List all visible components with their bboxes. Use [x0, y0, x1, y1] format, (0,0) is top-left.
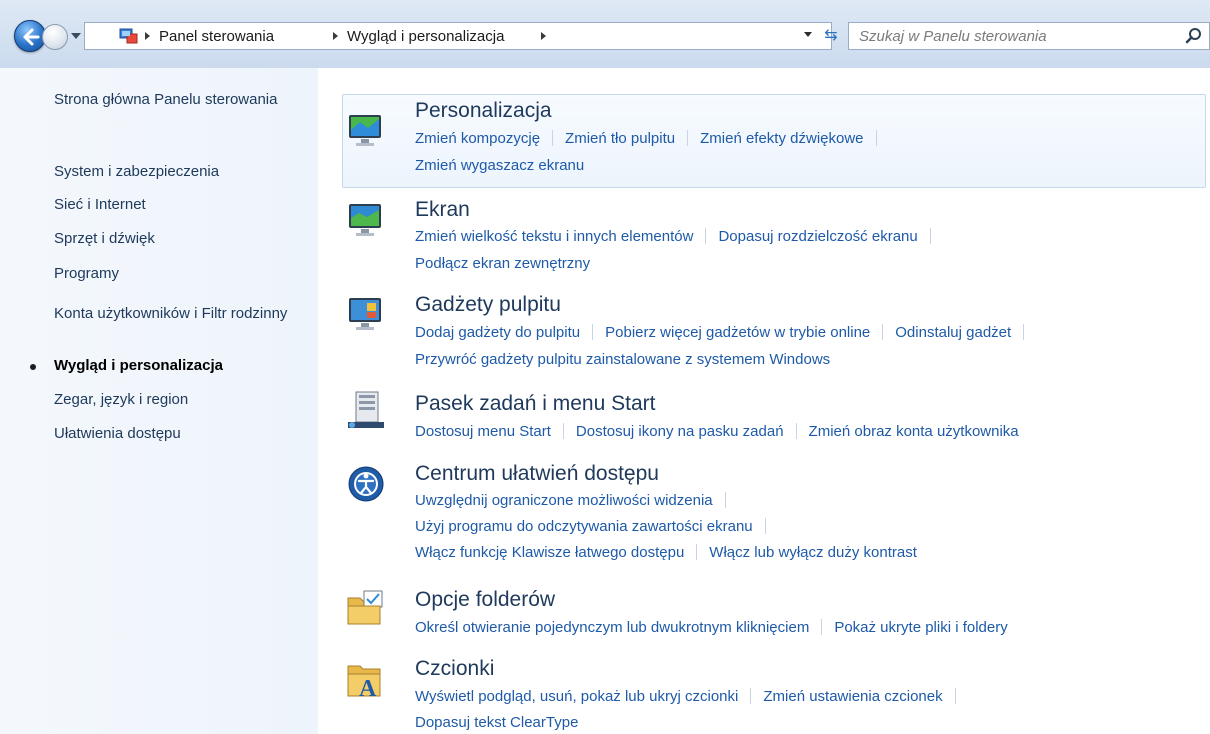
link-separator — [562, 423, 564, 439]
recent-pages-dropdown-icon[interactable] — [71, 33, 81, 39]
link-separator — [821, 619, 823, 635]
fonts-icon[interactable]: A — [346, 660, 386, 700]
task-links-row: Dodaj gadżety do pulpitu Pobierz więcej g… — [415, 323, 1036, 343]
search-box[interactable] — [848, 22, 1210, 50]
link-separator — [696, 544, 698, 560]
task-link[interactable]: Zmień efekty dźwiękowe — [700, 130, 863, 147]
category-title[interactable]: Opcje folderów — [415, 587, 555, 613]
link-separator — [1023, 324, 1025, 340]
left-navigation-pane: Strona główna Panelu sterowania System i… — [0, 68, 318, 734]
task-links-row: Użyj programu do odczytywania zawartości… — [415, 517, 778, 537]
svg-text:A: A — [359, 676, 377, 700]
link-separator — [750, 688, 752, 704]
forward-button[interactable] — [42, 24, 68, 50]
link-separator — [954, 688, 956, 704]
link-separator — [724, 492, 726, 508]
task-link[interactable]: Dodaj gadżety do pulpitu — [415, 324, 580, 341]
sidebar-item-control-panel-home[interactable]: Strona główna Panelu sterowania — [54, 90, 299, 110]
address-bar[interactable]: Panel sterowania Wygląd i personalizacja — [84, 22, 832, 50]
sidebar-item-system-security[interactable]: System i zabezpieczenia — [54, 162, 299, 182]
task-link[interactable]: Zmień ustawienia czcionek — [763, 688, 942, 705]
task-link[interactable]: Zmień obraz konta użytkownika — [809, 423, 1019, 440]
task-link[interactable]: Określ otwieranie pojedynczym lub dwukro… — [415, 619, 809, 636]
ease-of-access-icon[interactable] — [346, 464, 386, 504]
breadcrumb-item[interactable]: Panel sterowania — [159, 28, 274, 45]
breadcrumb-item[interactable]: Wygląd i personalizacja — [347, 28, 504, 45]
sidebar-item-ease-of-access[interactable]: Ułatwienia dostępu — [54, 424, 299, 444]
search-icon[interactable] — [1185, 27, 1203, 45]
task-link[interactable]: Dopasuj rozdzielczość ekranu — [718, 228, 917, 245]
link-separator — [705, 228, 707, 244]
task-link[interactable]: Dopasuj tekst ClearType — [415, 714, 578, 731]
taskbar-icon[interactable] — [346, 390, 386, 430]
task-link[interactable]: Zmień kompozycję — [415, 130, 540, 147]
link-separator — [552, 130, 554, 146]
category-title[interactable]: Ekran — [415, 197, 470, 223]
category-title[interactable]: Centrum ułatwień dostępu — [415, 461, 659, 487]
link-separator — [592, 324, 594, 340]
task-link[interactable]: Użyj programu do odczytywania zawartości… — [415, 518, 753, 535]
sidebar-item-network-internet[interactable]: Sieć i Internet — [54, 195, 299, 215]
task-links-row: Podłącz ekran zewnętrzny — [415, 254, 590, 274]
folder-options-icon[interactable] — [346, 588, 386, 628]
main-content: Personalizacja Zmień kompozycję Zmień tło… — [318, 68, 1210, 734]
control-panel-icon — [119, 28, 138, 44]
task-links-row: Dopasuj tekst ClearType — [415, 713, 578, 733]
address-dropdown-icon[interactable] — [804, 32, 812, 37]
task-link[interactable]: Włącz funkcję Klawisze łatwego dostępu — [415, 544, 684, 561]
category-title[interactable]: Personalizacja — [415, 98, 552, 124]
back-arrow-icon — [23, 28, 40, 46]
task-link[interactable]: Zmień wygaszacz ekranu — [415, 157, 584, 174]
category-title[interactable]: Gadżety pulpitu — [415, 292, 561, 318]
link-separator — [875, 130, 877, 146]
gadgets-icon[interactable] — [346, 294, 386, 334]
task-links-row: Przywróć gadżety pulpitu zainstalowane z… — [415, 350, 830, 370]
current-page-bullet — [30, 364, 36, 370]
task-link[interactable]: Wyświetl podgląd, usuń, pokaż lub ukryj … — [415, 688, 738, 705]
sidebar-item-hardware-sound[interactable]: Sprzęt i dźwięk — [54, 229, 299, 249]
personalization-icon[interactable] — [346, 110, 386, 150]
refresh-icon[interactable]: ⇆ — [816, 22, 846, 50]
sidebar-item-user-accounts[interactable]: Konta użytkowników i Filtr rodzinny — [54, 304, 299, 324]
navigation-bar: Panel sterowania Wygląd i personalizacja… — [0, 0, 1210, 68]
task-link[interactable]: Dostosuj ikony na pasku zadań — [576, 423, 784, 440]
task-links-row: Zmień wielkość tekstu i innych elementów… — [415, 227, 943, 247]
task-links-row: Określ otwieranie pojedynczym lub dwukro… — [415, 618, 1008, 638]
task-link[interactable]: Dostosuj menu Start — [415, 423, 551, 440]
link-separator — [929, 228, 931, 244]
task-link[interactable]: Przywróć gadżety pulpitu zainstalowane z… — [415, 351, 830, 368]
display-icon[interactable] — [346, 200, 386, 240]
task-links-row: Wyświetl podgląd, usuń, pokaż lub ukryj … — [415, 687, 968, 707]
task-links-row: Uwzględnij ograniczone możliwości widzen… — [415, 491, 738, 511]
breadcrumb-arrow-icon[interactable] — [541, 32, 546, 40]
task-links-row: Zmień kompozycję Zmień tło pulpitu Zmień e… — [415, 129, 889, 149]
task-link[interactable]: Zmień tło pulpitu — [565, 130, 675, 147]
search-input[interactable] — [849, 23, 1179, 49]
category-title[interactable]: Pasek zadań i menu Start — [415, 391, 655, 417]
task-link[interactable]: Uwzględnij ograniczone możliwości widzen… — [415, 492, 713, 509]
task-links-row: Włącz funkcję Klawisze łatwego dostępu Wł… — [415, 543, 917, 563]
task-link[interactable]: Zmień wielkość tekstu i innych elementów — [415, 228, 693, 245]
link-separator — [795, 423, 797, 439]
link-separator — [882, 324, 884, 340]
sidebar-item-appearance: Wygląd i personalizacja — [54, 357, 223, 374]
task-links-row: Dostosuj menu Start Dostosuj ikony na pas… — [415, 422, 1019, 442]
task-link[interactable]: Odinstaluj gadżet — [895, 324, 1011, 341]
sidebar-item-clock-language[interactable]: Zegar, język i region — [54, 390, 299, 410]
sidebar-item-programs[interactable]: Programy — [54, 264, 299, 284]
task-links-row: Zmień wygaszacz ekranu — [415, 156, 584, 176]
task-link[interactable]: Podłącz ekran zewnętrzny — [415, 255, 590, 272]
breadcrumb-arrow-icon[interactable] — [333, 32, 338, 40]
category-title[interactable]: Czcionki — [415, 656, 494, 682]
task-link[interactable]: Pobierz więcej gadżetów w trybie online — [605, 324, 870, 341]
link-separator — [764, 518, 766, 534]
task-link[interactable]: Włącz lub wyłącz duży kontrast — [709, 544, 917, 561]
task-link[interactable]: Pokaż ukryte pliki i foldery — [834, 619, 1007, 636]
link-separator — [687, 130, 689, 146]
breadcrumb-arrow-icon[interactable] — [145, 32, 150, 40]
